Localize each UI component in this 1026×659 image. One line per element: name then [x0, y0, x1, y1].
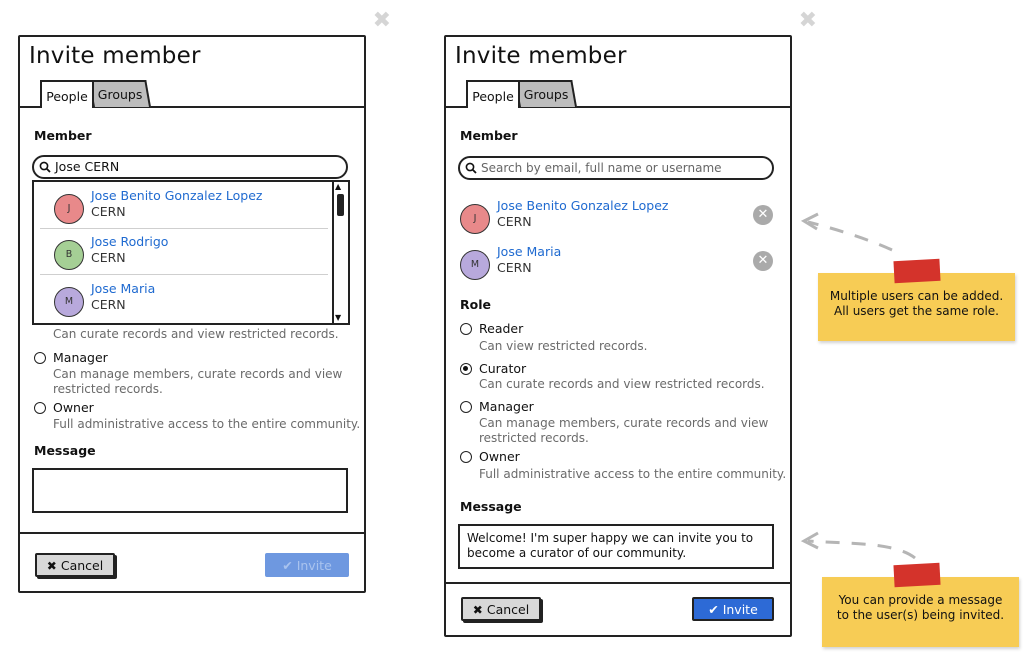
annotation-arrow	[800, 531, 916, 560]
user-org: CERN	[91, 204, 126, 219]
role-desc-curator: Can curate records and view restricted r…	[479, 377, 765, 391]
check-icon: ✔	[282, 558, 293, 573]
search-icon	[465, 162, 477, 174]
sticky-note: Multiple users can be added. All users g…	[818, 273, 1015, 341]
role-radio-manager[interactable]	[460, 401, 472, 413]
user-org: CERN	[91, 297, 126, 312]
avatar: B	[54, 240, 84, 270]
remove-icon[interactable]: ✕	[753, 205, 773, 225]
message-textarea[interactable]	[32, 468, 348, 513]
role-desc-manager: Can manage members, curate records and v…	[53, 367, 343, 396]
user-org: CERN	[91, 250, 126, 265]
avatar: M	[54, 287, 84, 317]
sticky-note: You can provide a message to the user(s)…	[822, 577, 1019, 647]
avatar: M	[460, 250, 490, 280]
cancel-button[interactable]: ✖ Cancel	[35, 553, 115, 577]
tab-groups[interactable]: Groups	[88, 80, 151, 107]
role-desc-curator: Can curate records and view restricted r…	[53, 327, 339, 341]
message-textarea[interactable]: Welcome! I'm super happy we can invite y…	[458, 524, 774, 569]
user-name: Jose Benito Gonzalez Lopez	[91, 188, 263, 203]
note-text: Multiple users can be added. All users g…	[829, 289, 1004, 318]
user-name[interactable]: Jose Maria	[497, 244, 561, 259]
search-input[interactable]: Jose CERN	[32, 155, 348, 179]
user-org: CERN	[497, 260, 532, 275]
search-value: Jose CERN	[55, 159, 120, 174]
close-icon: ✖	[46, 559, 57, 573]
annotation-arrow	[800, 212, 893, 252]
avatar: J	[460, 204, 490, 234]
dialog-title: Invite member	[455, 43, 627, 69]
role-name-manager: Manager	[479, 399, 534, 414]
role-radio-owner[interactable]	[34, 402, 46, 414]
search-result-item[interactable]: J Jose Benito Gonzalez Lopez CERN	[54, 188, 334, 228]
search-result-item[interactable]: M Jose Maria CERN	[54, 281, 334, 321]
role-radio-manager[interactable]	[34, 352, 46, 364]
role-desc-owner: Full administrative access to the entire…	[479, 467, 787, 481]
message-label: Message	[460, 499, 522, 514]
dialog-title: Invite member	[29, 43, 201, 69]
user-name: Jose Maria	[91, 281, 156, 296]
tape	[893, 258, 941, 284]
tab-groups-label: Groups	[523, 87, 569, 102]
divider	[40, 274, 328, 275]
member-label: Member	[460, 128, 518, 143]
scrollbar[interactable]: ▲ ▼	[332, 182, 348, 323]
search-input[interactable]: Search by email, full name or username	[458, 156, 774, 180]
search-results-dropdown: J Jose Benito Gonzalez Lopez CERN B Jose…	[32, 180, 350, 325]
user-org: CERN	[497, 214, 532, 229]
close-icon[interactable]: ✖	[799, 10, 817, 32]
invite-dialog-right: ✖ Invite member People Groups Member Sea…	[444, 10, 817, 637]
role-name-owner: Owner	[53, 400, 94, 415]
dialog-body: Member Jose CERN J Jose Benito Gonzalez …	[20, 106, 364, 534]
cancel-label: Cancel	[486, 602, 530, 617]
close-icon[interactable]: ✖	[373, 10, 391, 32]
note-text: You can provide a message to the user(s)…	[836, 593, 1005, 622]
divider	[40, 228, 328, 229]
role-radio-curator[interactable]	[460, 363, 472, 375]
role-name-manager: Manager	[53, 350, 108, 365]
selected-user: M Jose Maria CERN ✕	[460, 244, 773, 284]
cancel-button[interactable]: ✖ Cancel	[461, 597, 541, 621]
role-name-owner: Owner	[479, 449, 520, 464]
close-icon: ✖	[472, 603, 483, 617]
avatar: J	[54, 194, 84, 224]
tab-people[interactable]: People	[466, 80, 520, 108]
invite-label: Invite	[722, 602, 758, 617]
role-desc-manager: Can manage members, curate records and v…	[479, 416, 769, 445]
role-radio-owner[interactable]	[460, 451, 472, 463]
tab-people[interactable]: People	[40, 80, 94, 108]
scroll-thumb[interactable]	[337, 194, 344, 216]
invite-button[interactable]: ✔ Invite	[692, 597, 774, 621]
role-name-curator: Curator	[479, 361, 527, 376]
check-icon: ✔	[708, 602, 719, 617]
dialog-body: Member Search by email, full name or use…	[446, 106, 790, 584]
member-label: Member	[34, 128, 92, 143]
search-icon	[39, 161, 51, 173]
search-placeholder: Search by email, full name or username	[481, 161, 722, 175]
selected-user: J Jose Benito Gonzalez Lopez CERN ✕	[460, 198, 773, 238]
user-name[interactable]: Jose Benito Gonzalez Lopez	[497, 198, 668, 213]
scroll-up-icon[interactable]: ▲	[335, 182, 341, 192]
remove-icon[interactable]: ✕	[753, 251, 773, 271]
search-result-item[interactable]: B Jose Rodrigo CERN	[54, 234, 334, 274]
user-name: Jose Rodrigo	[91, 234, 169, 249]
role-label: Role	[460, 297, 491, 312]
role-radio-reader[interactable]	[460, 323, 472, 335]
invite-button[interactable]: ✔ Invite	[265, 553, 349, 577]
cancel-label: Cancel	[60, 558, 104, 573]
scroll-down-icon[interactable]: ▼	[335, 313, 341, 323]
invite-dialog-left: ✖ Invite member People Groups Member Jos…	[18, 10, 391, 593]
message-label: Message	[34, 443, 96, 458]
tab-groups-label: Groups	[97, 87, 143, 102]
role-name-reader: Reader	[479, 321, 524, 336]
invite-label: Invite	[296, 558, 332, 573]
role-desc-reader: Can view restricted records.	[479, 339, 648, 353]
tape	[893, 562, 941, 588]
role-desc-owner: Full administrative access to the entire…	[53, 417, 361, 431]
tab-groups[interactable]: Groups	[514, 80, 577, 107]
